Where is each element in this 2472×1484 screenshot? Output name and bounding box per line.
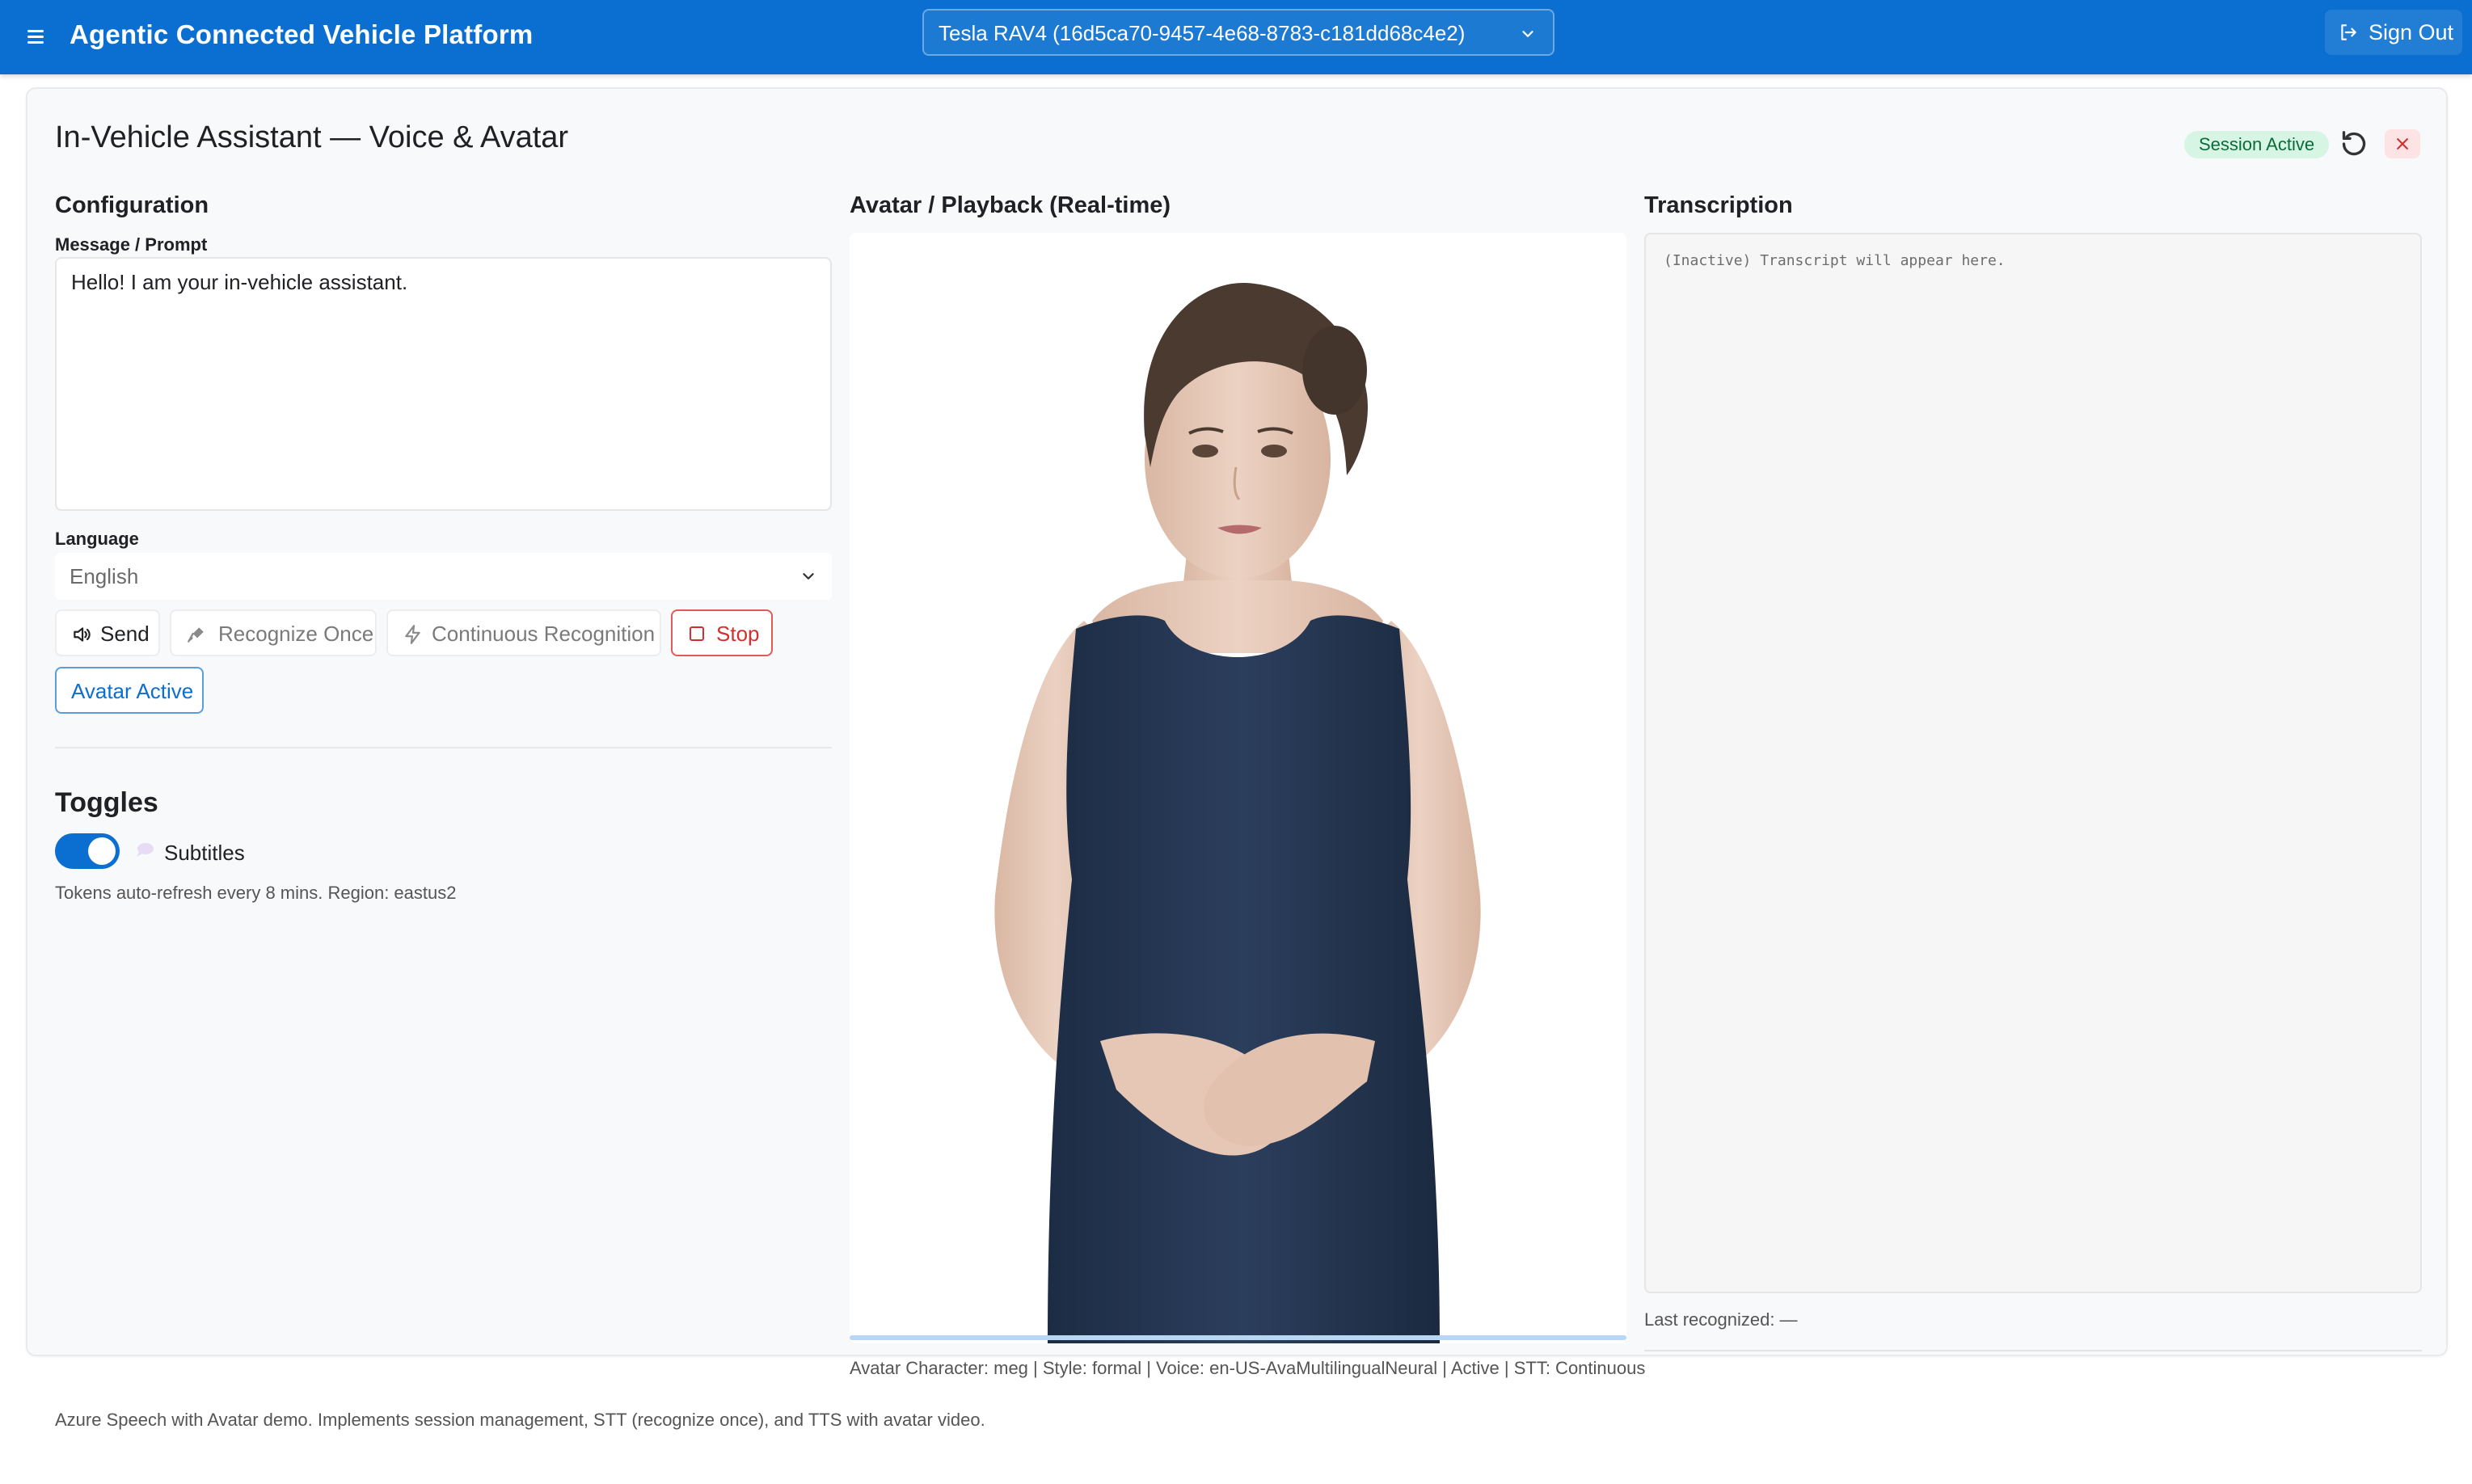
transcription-heading: Transcription xyxy=(1644,192,1793,218)
send-button[interactable]: Send xyxy=(55,609,160,656)
stop-button[interactable]: Stop xyxy=(671,609,773,656)
avatar-heading: Avatar / Playback (Real-time) xyxy=(850,192,1171,218)
close-session-button[interactable] xyxy=(2385,129,2420,158)
playback-progress-bar xyxy=(850,1335,1626,1340)
sign-out-button[interactable]: Sign Out xyxy=(2325,10,2462,55)
stop-square-icon xyxy=(690,626,704,641)
recognize-once-button[interactable]: Recognize Once xyxy=(170,609,377,656)
stop-label: Stop xyxy=(716,622,760,646)
lightning-icon xyxy=(405,625,420,644)
language-select-value: English xyxy=(70,564,139,588)
chevron-down-icon xyxy=(1522,31,1533,37)
toggles-heading: Toggles xyxy=(55,787,158,818)
continuous-recognition-button[interactable]: Continuous Recognition xyxy=(386,609,661,656)
speaker-icon xyxy=(74,627,91,642)
section-divider xyxy=(55,747,832,748)
avatar-status-line: Avatar Character: meg | Style: formal | … xyxy=(850,1358,1646,1378)
prompt-label: Message / Prompt xyxy=(55,234,208,255)
sign-out-label: Sign Out xyxy=(2369,20,2454,44)
speech-bubble-icon xyxy=(137,843,154,857)
configuration-heading: Configuration xyxy=(55,192,209,218)
prompt-text: Hello! I am your in-vehicle assistant. xyxy=(71,270,408,294)
app-title: Agentic Connected Vehicle Platform xyxy=(70,19,534,49)
chevron-down-icon xyxy=(803,573,814,580)
avatar-active-button[interactable]: Avatar Active xyxy=(55,667,204,714)
continuous-recognition-label: Continuous Recognition xyxy=(432,622,656,646)
transcription-divider xyxy=(1644,1350,2422,1351)
session-status-badge: Session Active xyxy=(2184,131,2330,158)
last-recognized: Last recognized: — xyxy=(1644,1309,1798,1330)
hamburger-menu-icon[interactable] xyxy=(21,21,53,53)
token-refresh-note: Tokens auto-refresh every 8 mins. Region… xyxy=(55,883,457,903)
prompt-textarea[interactable]: Hello! I am your in-vehicle assistant. xyxy=(55,257,832,511)
avatar-figure xyxy=(994,282,1481,1343)
language-label: Language xyxy=(55,529,139,549)
transcript-placeholder: (Inactive) Transcript will appear here. xyxy=(1664,252,2006,269)
transcript-panel: (Inactive) Transcript will appear here. xyxy=(1644,233,2422,1293)
toggle-knob xyxy=(88,837,116,865)
close-icon xyxy=(2397,138,2408,150)
sign-out-icon xyxy=(2341,24,2356,40)
send-label: Send xyxy=(100,622,150,646)
avatar-active-label: Avatar Active xyxy=(71,679,194,703)
avatar-video xyxy=(850,233,1626,1343)
subtitles-toggle[interactable] xyxy=(55,833,120,869)
microphone-icon xyxy=(188,627,204,643)
language-select[interactable]: English xyxy=(55,553,832,600)
subtitles-label: Subtitles xyxy=(164,841,245,865)
page-title: In-Vehicle Assistant — Voice & Avatar xyxy=(55,120,569,154)
vehicle-select[interactable]: Tesla RAV4 (16d5ca70-9457-4e68-8783-c181… xyxy=(922,9,1554,56)
vehicle-select-value: Tesla RAV4 (16d5ca70-9457-4e68-8783-c181… xyxy=(939,21,1466,45)
app-header: Agentic Connected Vehicle Platform Tesla… xyxy=(0,0,2472,74)
recognize-once-label: Recognize Once xyxy=(218,622,374,646)
footer-text: Azure Speech with Avatar demo. Implement… xyxy=(55,1410,985,1430)
refresh-icon[interactable] xyxy=(2338,128,2370,160)
